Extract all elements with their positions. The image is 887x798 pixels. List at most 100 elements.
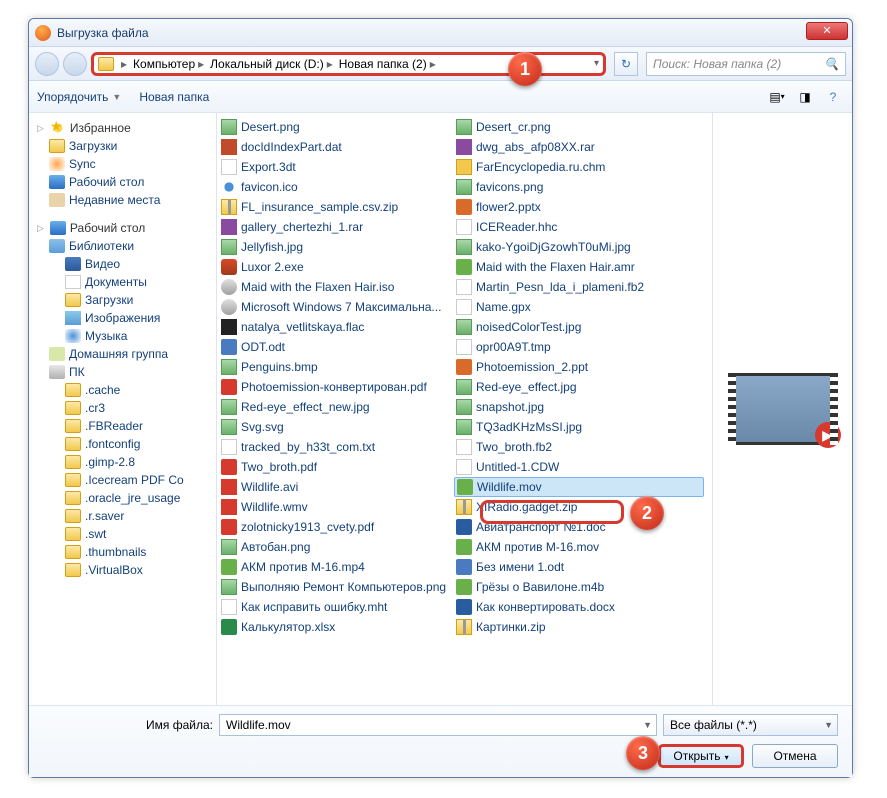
file-item[interactable]: Svg.svg (219, 417, 454, 437)
file-item[interactable]: Wildlife.avi (219, 477, 454, 497)
forward-button[interactable] (63, 52, 87, 76)
sidebar-homegroup[interactable]: Домашняя группа (31, 345, 214, 363)
file-item[interactable]: natalya_vetlitskaya.flac (219, 317, 454, 337)
file-item[interactable]: Penguins.bmp (219, 357, 454, 377)
crumb-2[interactable]: Новая папка (2) (339, 57, 427, 71)
file-item[interactable]: opr00A9T.tmp (454, 337, 704, 357)
help-button[interactable]: ? (822, 87, 844, 107)
file-item[interactable]: Untitled-1.CDW (454, 457, 704, 477)
view-button[interactable]: ▤▾ (766, 87, 788, 107)
sidebar-folder[interactable]: .thumbnails (31, 543, 214, 561)
sidebar-folder[interactable]: .Icecream PDF Co (31, 471, 214, 489)
sidebar-folder[interactable]: .gimp-2.8 (31, 453, 214, 471)
file-item[interactable]: Выполняю Ремонт Компьютеров.png (219, 577, 454, 597)
file-item[interactable]: АКМ против М-16.mov (454, 537, 704, 557)
sidebar-downloads[interactable]: Загрузки (31, 137, 214, 155)
file-item[interactable]: FL_insurance_sample.csv.zip (219, 197, 454, 217)
sidebar-folder[interactable]: .r.saver (31, 507, 214, 525)
callout-2: 2 (630, 496, 664, 530)
close-button[interactable]: ✕ (806, 22, 848, 40)
sidebar-documents[interactable]: Документы (31, 273, 214, 291)
sidebar-folder[interactable]: .cache (31, 381, 214, 399)
sidebar-folder[interactable]: .VirtualBox (31, 561, 214, 579)
file-name: tracked_by_h33t_com.txt (241, 440, 375, 454)
back-button[interactable] (35, 52, 59, 76)
file-item[interactable]: docIdIndexPart.dat (219, 137, 454, 157)
file-item[interactable]: dwg_abs_afp08XX.rar (454, 137, 704, 157)
file-item[interactable]: Photoemission-конвертирован.pdf (219, 377, 454, 397)
file-item[interactable]: Red-eye_effect_new.jpg (219, 397, 454, 417)
cancel-button[interactable]: Отмена (752, 744, 838, 768)
sidebar-folder[interactable]: .cr3 (31, 399, 214, 417)
file-item[interactable]: Two_broth.fb2 (454, 437, 704, 457)
file-item[interactable]: Desert_cr.png (454, 117, 704, 137)
sidebar-folder[interactable]: .FBReader (31, 417, 214, 435)
filetype-select[interactable]: Все файлы (*.*) ▼ (663, 714, 838, 736)
file-item[interactable]: Грёзы о Вавилоне.m4b (454, 577, 704, 597)
sidebar-favorites[interactable]: ▷Избранное (31, 119, 214, 137)
file-item[interactable]: Photoemission_2.ppt (454, 357, 704, 377)
file-item[interactable]: TQ3adKHzMsSI.jpg (454, 417, 704, 437)
sidebar-desktop[interactable]: ▷Рабочий стол (31, 219, 214, 237)
file-item[interactable]: Калькулятор.xlsx (219, 617, 454, 637)
file-item[interactable]: XIRadio.gadget.zip (454, 497, 704, 517)
file-item[interactable]: Wildlife.mov (454, 477, 704, 497)
file-item[interactable]: Maid with the Flaxen Hair.amr (454, 257, 704, 277)
file-list[interactable]: Desert.pngdocIdIndexPart.datExport.3dtfa… (217, 113, 712, 705)
file-item[interactable]: Luxor 2.exe (219, 257, 454, 277)
file-item[interactable]: Без имени 1.odt (454, 557, 704, 577)
file-item[interactable]: kako-YgoiDjGzowhT0uMi.jpg (454, 237, 704, 257)
file-item[interactable]: snapshot.jpg (454, 397, 704, 417)
file-item[interactable]: FarEncyclopedia.ru.chm (454, 157, 704, 177)
refresh-button[interactable]: ↻ (614, 52, 638, 76)
file-item[interactable]: tracked_by_h33t_com.txt (219, 437, 454, 457)
file-item[interactable]: favicon.ico (219, 177, 454, 197)
file-item[interactable]: Name.gpx (454, 297, 704, 317)
file-item[interactable]: Как исправить ошибку.mht (219, 597, 454, 617)
sidebar-video[interactable]: Видео (31, 255, 214, 273)
file-item[interactable]: АКМ против М-16.mp4 (219, 557, 454, 577)
sidebar-folder[interactable]: .oracle_jre_usage (31, 489, 214, 507)
file-icon (221, 259, 237, 275)
sidebar-music[interactable]: Музыка (31, 327, 214, 345)
file-item[interactable]: Jellyfish.jpg (219, 237, 454, 257)
filename-input[interactable]: Wildlife.mov ▼ (219, 714, 657, 736)
preview-pane-button[interactable]: ◨ (794, 87, 816, 107)
file-item[interactable]: Desert.png (219, 117, 454, 137)
search-input[interactable]: Поиск: Новая папка (2) 🔍 (646, 52, 846, 76)
file-item[interactable]: zolotnicky1913_cvety.pdf (219, 517, 454, 537)
file-item[interactable]: Martin_Pesn_lda_i_plameni.fb2 (454, 277, 704, 297)
organize-button[interactable]: Упорядочить▼ (37, 90, 121, 104)
file-item[interactable]: Two_broth.pdf (219, 457, 454, 477)
file-item[interactable]: Export.3dt (219, 157, 454, 177)
file-item[interactable]: ICEReader.hhc (454, 217, 704, 237)
file-item[interactable]: Картинки.zip (454, 617, 704, 637)
file-icon (221, 179, 237, 195)
open-button[interactable]: Открыть▾ (658, 744, 744, 768)
sidebar-sync[interactable]: Sync (31, 155, 214, 173)
sidebar-libraries[interactable]: Библиотеки (31, 237, 214, 255)
sidebar-pc[interactable]: ПК (31, 363, 214, 381)
crumb-0[interactable]: Компьютер (133, 57, 195, 71)
new-folder-button[interactable]: Новая папка (139, 90, 209, 104)
file-item[interactable]: Автобан.png (219, 537, 454, 557)
file-icon (456, 179, 472, 195)
file-item[interactable]: noisedColorTest.jpg (454, 317, 704, 337)
crumb-1[interactable]: Локальный диск (D:) (210, 57, 324, 71)
sidebar-pictures[interactable]: Изображения (31, 309, 214, 327)
file-item[interactable]: Microsoft Windows 7 Максимальна... (219, 297, 454, 317)
sidebar-downloads-lib[interactable]: Загрузки (31, 291, 214, 309)
file-item[interactable]: Maid with the Flaxen Hair.iso (219, 277, 454, 297)
sidebar-desktop-fav[interactable]: Рабочий стол (31, 173, 214, 191)
file-item[interactable]: flower2.pptx (454, 197, 704, 217)
file-item[interactable]: favicons.png (454, 177, 704, 197)
file-item[interactable]: gallery_chertezhi_1.rar (219, 217, 454, 237)
file-item[interactable]: Wildlife.wmv (219, 497, 454, 517)
file-item[interactable]: Как конвертировать.docx (454, 597, 704, 617)
file-item[interactable]: ODT.odt (219, 337, 454, 357)
file-item[interactable]: Red-eye_effect.jpg (454, 377, 704, 397)
sidebar-folder[interactable]: .swt (31, 525, 214, 543)
sidebar-folder[interactable]: .fontconfig (31, 435, 214, 453)
file-item[interactable]: Авиатранспорт №1.doc (454, 517, 704, 537)
sidebar-recent[interactable]: Недавние места (31, 191, 214, 209)
